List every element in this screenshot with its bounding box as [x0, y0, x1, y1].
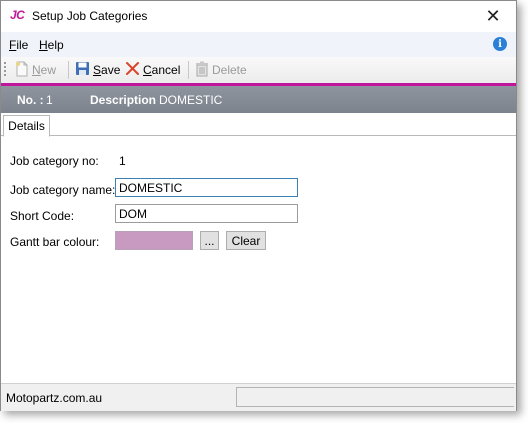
- menu-file[interactable]: File: [9, 38, 28, 52]
- menu-help[interactable]: Help: [39, 38, 64, 52]
- menu-bar: File Help i: [1, 32, 516, 57]
- short-code-field[interactable]: [115, 204, 298, 223]
- toolbar-separator: [68, 61, 69, 79]
- description-value: DOMESTIC: [159, 93, 223, 107]
- tab-strip: Details: [1, 113, 516, 137]
- info-icon[interactable]: i: [493, 37, 507, 51]
- window-title: Setup Job Categories: [32, 9, 148, 23]
- job-category-no-label: Job category no:: [10, 154, 99, 168]
- delete-button[interactable]: Delete: [195, 61, 247, 79]
- toolbar-separator: [188, 61, 189, 79]
- status-bar: Motopartz.com.au: [1, 383, 516, 411]
- gantt-bar-colour-label: Gantt bar colour:: [10, 235, 100, 249]
- title-bar: JC Setup Job Categories ✕: [1, 1, 516, 32]
- cancel-button[interactable]: Cancel: [125, 61, 180, 79]
- close-icon: ✕: [485, 6, 501, 26]
- new-label: New: [32, 63, 57, 77]
- clear-colour-button[interactable]: Clear: [226, 231, 266, 250]
- delete-label: Delete: [212, 63, 247, 77]
- app-logo: JC: [10, 8, 25, 22]
- job-category-name-field[interactable]: [115, 178, 298, 197]
- toolbar: New Save Cancel Delete: [1, 57, 516, 84]
- save-button[interactable]: Save: [75, 61, 120, 79]
- tab-details[interactable]: Details: [3, 115, 50, 137]
- toolbar-grip[interactable]: [4, 62, 6, 78]
- record-header: No. : 1 Description DOMESTIC: [1, 86, 516, 113]
- colour-picker-button[interactable]: ...: [200, 231, 219, 250]
- status-panel: [236, 387, 514, 407]
- close-button[interactable]: ✕: [470, 1, 516, 32]
- no-value: 1: [46, 93, 53, 107]
- cancel-label: Cancel: [143, 63, 181, 77]
- save-icon: [75, 61, 90, 79]
- short-code-label: Short Code:: [10, 209, 75, 223]
- setup-job-categories-window: JC Setup Job Categories ✕ File Help i Ne…: [0, 0, 517, 411]
- description-label: Description: [90, 93, 157, 107]
- no-label: No. :: [17, 93, 44, 107]
- trash-icon: [195, 61, 209, 80]
- job-category-name-label: Job category name:: [10, 183, 116, 197]
- new-document-icon: [15, 61, 29, 80]
- new-button[interactable]: New: [15, 61, 56, 79]
- save-label: Save: [93, 63, 121, 77]
- status-company: Motopartz.com.au: [6, 391, 103, 405]
- cancel-icon: [125, 61, 140, 79]
- gantt-colour-swatch[interactable]: [115, 231, 193, 250]
- job-category-no-value: 1: [119, 154, 126, 168]
